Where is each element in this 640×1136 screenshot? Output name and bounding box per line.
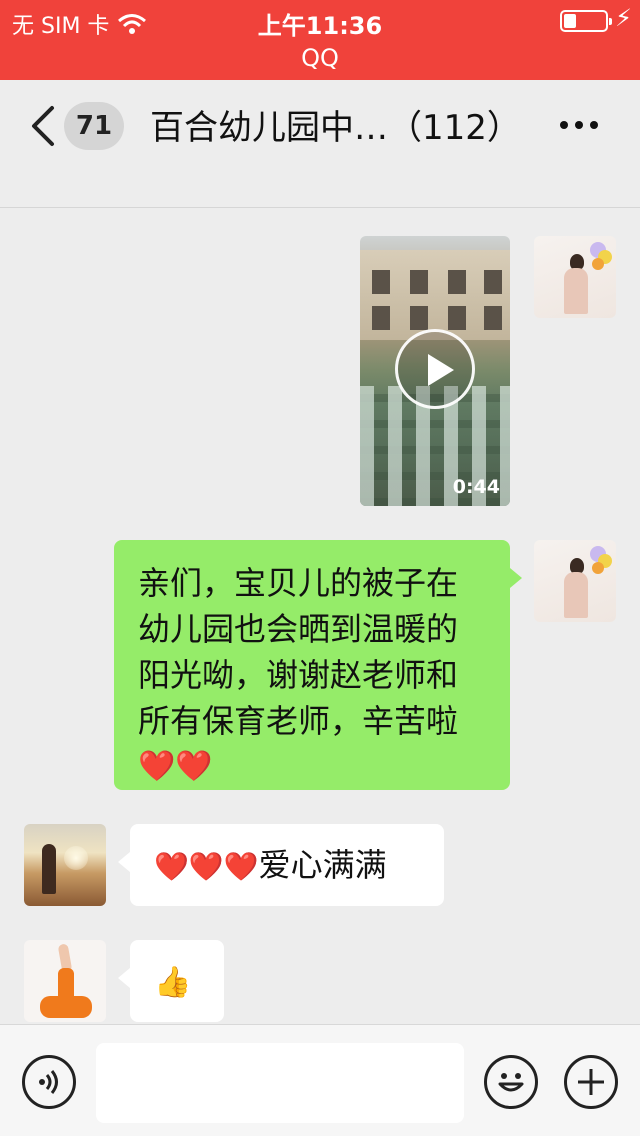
message-bubble-other[interactable]: 👍 xyxy=(118,940,224,1022)
video-duration: 0:44 xyxy=(452,476,500,498)
play-icon[interactable] xyxy=(395,329,475,409)
emoji-icon[interactable] xyxy=(484,1055,538,1109)
message-emoji: ❤️❤️❤️ xyxy=(154,850,259,883)
more-dots-icon[interactable] xyxy=(560,110,610,140)
chevron-left-icon[interactable] xyxy=(26,104,62,148)
app-name: QQ xyxy=(301,44,339,72)
video-thumbnail xyxy=(360,250,510,340)
message-bubble-self[interactable]: 亲们，宝贝儿的被子在 幼儿园也会晒到温暖的 阳光呦，谢谢赵老师和 所有保育老师，… xyxy=(114,540,522,790)
message-emoji: ❤️❤️ xyxy=(138,749,213,784)
message-text: 爱心满满 xyxy=(258,846,387,884)
message-text: 亲们，宝贝儿的被子在 幼儿园也会晒到温暖的 阳光呦，谢谢赵老师和 所有保育老师，… xyxy=(138,564,459,740)
status-bar: 无 SIM 卡 上午11:36 QQ ⚡ xyxy=(0,0,640,80)
chat-header: 71 百合幼儿园中…（112） xyxy=(0,80,640,208)
avatar[interactable] xyxy=(24,940,106,1022)
message-input[interactable] xyxy=(96,1043,464,1123)
plus-icon[interactable] xyxy=(564,1055,618,1109)
message-bubble-other[interactable]: ❤️❤️❤️爱心满满 xyxy=(118,824,444,906)
battery-icon xyxy=(560,10,612,32)
charging-bolt-icon: ⚡ xyxy=(615,4,632,32)
input-bar xyxy=(0,1024,640,1136)
avatar[interactable] xyxy=(534,540,616,622)
thumbs-up-emoji: 👍 xyxy=(154,965,192,1000)
voice-icon[interactable] xyxy=(22,1055,76,1109)
status-time: 上午11:36 xyxy=(257,12,383,40)
avatar[interactable] xyxy=(534,236,616,318)
video-message[interactable]: 0:44 xyxy=(360,236,510,506)
avatar[interactable] xyxy=(24,824,106,906)
chat-title[interactable]: 百合幼儿园中…（112） xyxy=(150,100,521,149)
unread-count-badge[interactable]: 71 xyxy=(64,102,124,150)
